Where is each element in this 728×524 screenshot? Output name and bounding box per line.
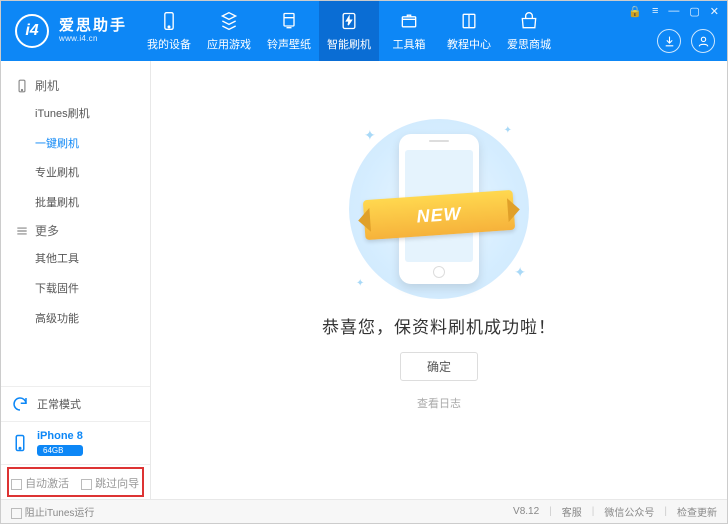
nav-tools[interactable]: 工具箱	[379, 1, 439, 61]
close-icon[interactable]: ✕	[710, 5, 719, 18]
download-button[interactable]	[657, 29, 681, 53]
flash-icon	[339, 11, 359, 31]
nav-label: 铃声壁纸	[267, 36, 311, 52]
tools-icon	[399, 11, 419, 31]
nav-label: 智能刷机	[327, 36, 371, 52]
nav-book[interactable]: 教程中心	[439, 1, 499, 61]
skip-wizard-checkbox[interactable]: 跳过向导	[81, 475, 139, 491]
nav-label: 教程中心	[447, 36, 491, 52]
top-nav: 我的设备应用游戏铃声壁纸智能刷机 工具箱 教程中心爱思商城	[139, 1, 559, 61]
device-panel[interactable]: iPhone 8 64GB	[1, 421, 150, 464]
success-illustration: ✦ ✦ ✦ ✦ NEW	[334, 119, 544, 299]
window-controls: 🔒 ≡ — ▢ ✕	[628, 5, 719, 18]
shop-icon	[519, 11, 539, 31]
nav-label: 应用游戏	[207, 36, 251, 52]
version-label: V8.12	[513, 506, 539, 517]
main-content: ✦ ✦ ✦ ✦ NEW 恭喜您，保资料刷机成功啦！ 确定 查看日志	[151, 61, 727, 499]
nav-flash[interactable]: 智能刷机	[319, 1, 379, 61]
nav-label: 爱思商城	[507, 36, 551, 52]
minimize-icon[interactable]: —	[668, 5, 679, 18]
app-header: i4 爱思助手 www.i4.cn 我的设备应用游戏铃声壁纸智能刷机 工具箱 教程中…	[1, 1, 727, 61]
nav-label: 我的设备	[147, 36, 191, 52]
maximize-icon[interactable]: ▢	[689, 5, 699, 18]
ring-icon	[279, 11, 299, 31]
sidebar-item-0-2[interactable]: 专业刷机	[1, 159, 150, 189]
user-button[interactable]	[691, 29, 715, 53]
menu-icon[interactable]: ≡	[652, 5, 658, 18]
app-name-en: www.i4.cn	[59, 35, 127, 44]
device-name: iPhone 8	[37, 430, 83, 442]
view-log-link[interactable]: 查看日志	[417, 395, 461, 411]
status-bar: 阻止iTunes运行 V8.12 | 客服 | 微信公众号 | 检查更新	[1, 499, 727, 523]
book-icon	[459, 11, 479, 31]
nav-ring[interactable]: 铃声壁纸	[259, 1, 319, 61]
sidebar-item-1-1[interactable]: 下载固件	[1, 275, 150, 305]
flash-options-row: 自动激活 跳过向导	[1, 464, 150, 499]
support-link[interactable]: 客服	[562, 504, 582, 519]
nav-label: 工具箱	[393, 36, 426, 52]
wechat-link[interactable]: 微信公众号	[604, 504, 654, 519]
sidebar-item-1-2[interactable]: 高级功能	[1, 305, 150, 335]
nav-phone[interactable]: 我的设备	[139, 1, 199, 61]
apps-icon	[219, 11, 239, 31]
phone-icon	[15, 79, 29, 93]
sidebar-item-0-3[interactable]: 批量刷机	[1, 189, 150, 219]
sidebar-item-0-1[interactable]: 一键刷机	[1, 130, 150, 160]
sidebar-group-1: 更多	[1, 218, 150, 245]
more-icon	[15, 224, 29, 238]
nav-apps[interactable]: 应用游戏	[199, 1, 259, 61]
refresh-icon	[11, 395, 29, 413]
lock-icon[interactable]: 🔒	[628, 5, 642, 18]
logo-icon: i4	[15, 14, 49, 48]
sidebar: 刷机iTunes刷机一键刷机专业刷机批量刷机更多其他工具下载固件高级功能 正常模…	[1, 61, 151, 499]
success-title: 恭喜您，保资料刷机成功啦！	[322, 313, 556, 338]
sidebar-item-0-0[interactable]: iTunes刷机	[1, 100, 150, 130]
check-update-link[interactable]: 检查更新	[677, 504, 717, 519]
device-storage-badge: 64GB	[37, 445, 83, 456]
logo: i4 爱思助手 www.i4.cn	[1, 14, 139, 48]
mode-label: 正常模式	[37, 396, 81, 412]
ok-button[interactable]: 确定	[400, 352, 478, 381]
app-name-cn: 爱思助手	[59, 18, 127, 35]
mode-panel[interactable]: 正常模式	[1, 386, 150, 421]
auto-activate-checkbox[interactable]: 自动激活	[11, 475, 69, 491]
sidebar-item-1-0[interactable]: 其他工具	[1, 245, 150, 275]
block-itunes-checkbox[interactable]: 阻止iTunes运行	[11, 504, 94, 519]
phone-icon	[11, 434, 29, 452]
nav-shop[interactable]: 爱思商城	[499, 1, 559, 61]
phone-icon	[159, 11, 179, 31]
sidebar-group-0: 刷机	[1, 73, 150, 100]
